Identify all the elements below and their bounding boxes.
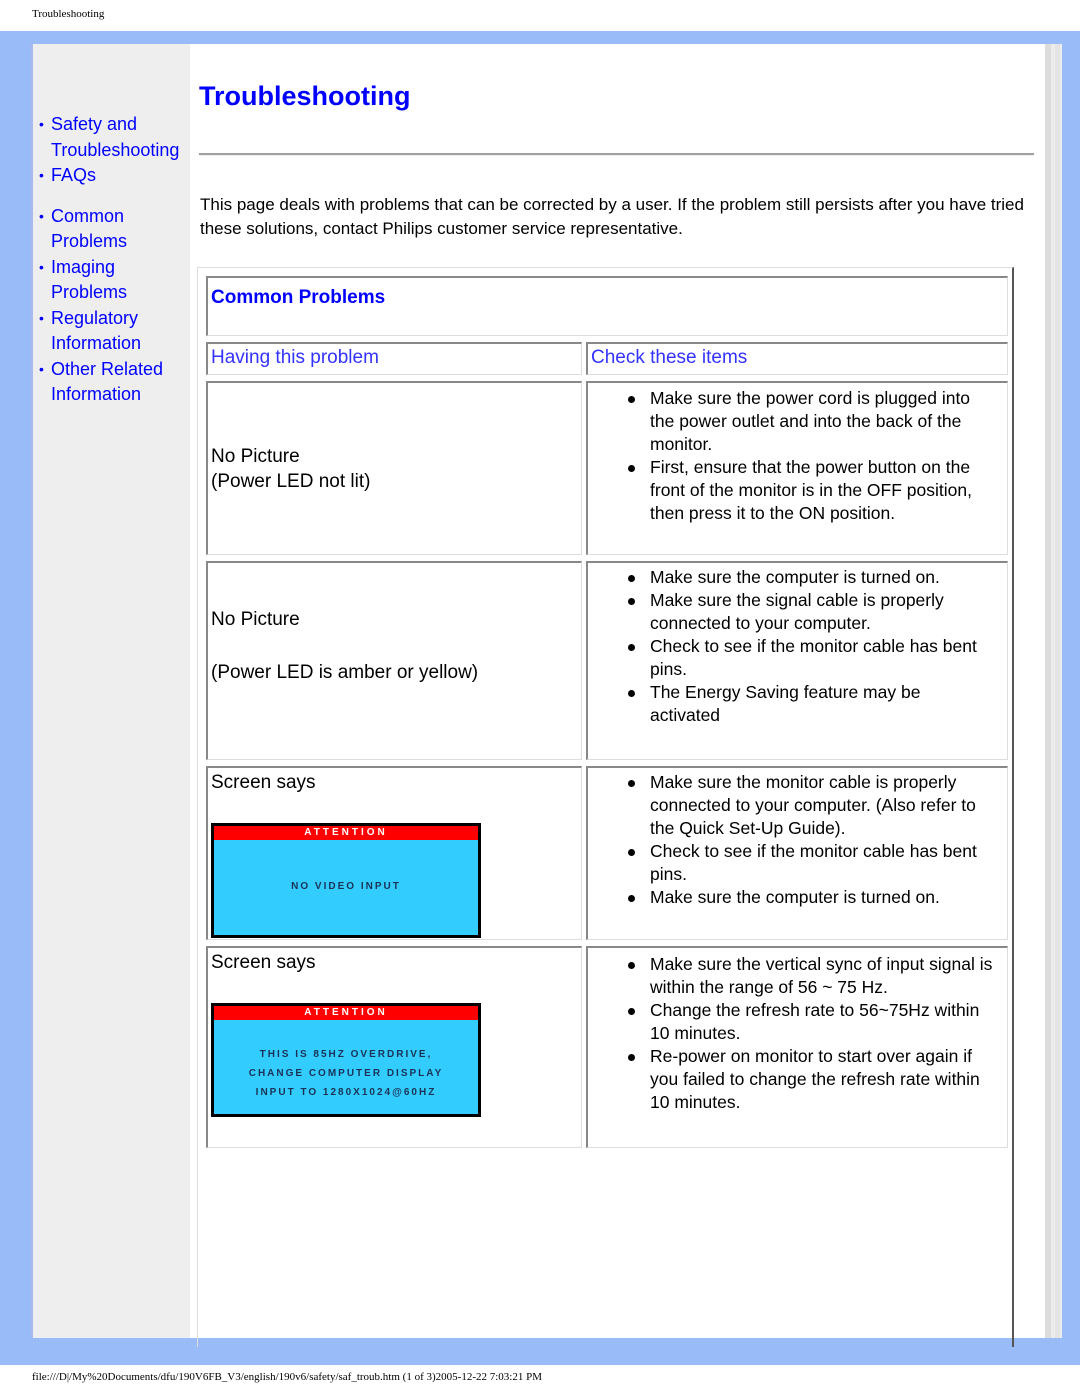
- bullet-icon: [628, 598, 635, 605]
- bullet-icon: •: [39, 167, 44, 183]
- page-title: Troubleshooting: [199, 81, 411, 111]
- print-header: Troubleshooting: [32, 8, 105, 20]
- header-problem: Having this problem: [211, 347, 379, 368]
- osd-screenshot: ATTENTION THIS IS 85HZ OVERDRIVE, CHANGE…: [211, 1003, 481, 1117]
- problem-line: No Picture: [211, 609, 300, 630]
- problem-line: (Power LED is amber or yellow): [211, 662, 479, 683]
- problem-line: (Power LED not lit): [211, 471, 371, 492]
- check-text: The Energy Saving feature may be activat…: [650, 682, 921, 725]
- sidebar-link[interactable]: Imaging Problems: [51, 257, 127, 303]
- check-item: Make sure the power cord is plugged into…: [628, 387, 993, 456]
- osd-attention-bar: ATTENTION: [214, 826, 478, 840]
- header-problem-cell: Having this problem: [206, 342, 582, 375]
- table-row-2-checks: Make sure the computer is turned on. Mak…: [586, 561, 1008, 760]
- sidebar-link[interactable]: Regulatory Information: [51, 308, 141, 354]
- check-text: Make sure the monitor cable is properly …: [650, 772, 976, 838]
- check-item: Make sure the monitor cable is properly …: [628, 771, 993, 840]
- print-footer: file:///D|/My%20Documents/dfu/190V6FB_V3…: [32, 1371, 542, 1383]
- check-text: Make sure the computer is turned on.: [650, 887, 940, 907]
- intro-text: This page deals with problems that can b…: [200, 195, 1024, 238]
- osd-message: INPUT TO 1280X1024@60HZ: [255, 1087, 437, 1098]
- bullet-icon: [628, 396, 635, 403]
- check-list: Make sure the monitor cable is properly …: [628, 771, 993, 909]
- header-checks-cell: Check these items: [586, 342, 1008, 375]
- check-item: Make sure the computer is turned on.: [628, 886, 993, 909]
- sidebar-item-safety[interactable]: • Safety and Troubleshooting: [39, 112, 191, 163]
- osd-message: CHANGE COMPUTER DISPLAY: [248, 1068, 444, 1079]
- section-title: Common Problems: [211, 287, 386, 308]
- sidebar-item-regulatory[interactable]: • Regulatory Information: [39, 306, 191, 357]
- sidebar-item-faqs[interactable]: • FAQs: [39, 163, 191, 189]
- check-list: Make sure the power cord is plugged into…: [628, 387, 993, 525]
- osd-attention-bar: ATTENTION: [214, 1006, 478, 1020]
- scrollbar[interactable]: [1045, 44, 1062, 1338]
- scrollbar-track-edge: [1055, 44, 1060, 1338]
- check-item: Make sure the computer is turned on.: [628, 566, 993, 589]
- check-list: Make sure the computer is turned on. Mak…: [628, 566, 993, 727]
- bullet-icon: •: [39, 258, 44, 275]
- osd-screenshot: ATTENTION NO VIDEO INPUT: [211, 823, 481, 938]
- problem-line: No Picture: [211, 446, 300, 467]
- check-item: First, ensure that the power button on t…: [628, 456, 993, 525]
- bullet-icon: [628, 780, 635, 787]
- header-checks: Check these items: [591, 347, 748, 368]
- check-text: Make sure the computer is turned on.: [650, 567, 940, 587]
- check-item: Re-power on monitor to start over again …: [628, 1045, 993, 1114]
- check-item: Check to see if the monitor cable has be…: [628, 635, 993, 681]
- table-row-4-checks: Make sure the vertical sync of input sig…: [586, 946, 1008, 1148]
- problem-line: Screen says: [211, 772, 316, 793]
- bullet-icon: [628, 962, 635, 969]
- osd-message: NO VIDEO INPUT: [291, 881, 401, 892]
- bullet-icon: •: [39, 207, 44, 224]
- problem-line: Screen says: [211, 952, 316, 973]
- problems-table: Common Problems Having this problem Chec…: [197, 267, 1014, 1347]
- check-text: Change the refresh rate to 56~75Hz withi…: [650, 1000, 980, 1043]
- sidebar-link[interactable]: Common Problems: [51, 206, 127, 252]
- bullet-icon: [628, 465, 635, 472]
- osd-message-block: THIS IS 85HZ OVERDRIVE, CHANGE COMPUTER …: [214, 1020, 478, 1102]
- bullet-icon: [628, 1008, 635, 1015]
- check-text: Check to see if the monitor cable has be…: [650, 636, 977, 679]
- bullet-icon: •: [39, 309, 44, 326]
- bullet-icon: •: [39, 360, 44, 377]
- sidebar-item-other-related[interactable]: • Other Related Information: [39, 357, 191, 408]
- check-item: Make sure the signal cable is properly c…: [628, 589, 993, 635]
- divider: [199, 153, 1034, 156]
- check-text: First, ensure that the power button on t…: [650, 457, 972, 523]
- table-row-2-problem: No Picture (Power LED is amber or yellow…: [206, 561, 582, 760]
- sidebar-link[interactable]: FAQs: [51, 165, 96, 185]
- bullet-icon: •: [39, 116, 44, 132]
- sidebar-item-common-problems[interactable]: • Common Problems: [39, 204, 191, 255]
- check-item: Make sure the vertical sync of input sig…: [628, 953, 993, 999]
- table-row-1-problem: No Picture (Power LED not lit): [206, 381, 582, 555]
- sidebar-link[interactable]: Safety and Troubleshooting: [51, 114, 179, 160]
- sidebar-item-imaging-problems[interactable]: • Imaging Problems: [39, 255, 191, 306]
- table-row-3-problem: Screen says ATTENTION NO VIDEO INPUT: [206, 766, 582, 940]
- osd-message: THIS IS 85HZ OVERDRIVE,: [259, 1049, 433, 1060]
- bullet-icon: [628, 849, 635, 856]
- bullet-icon: [628, 1054, 635, 1061]
- table-row-4-problem: Screen says ATTENTION THIS IS 85HZ OVERD…: [206, 946, 582, 1148]
- sidebar-link[interactable]: Other Related Information: [51, 359, 163, 405]
- bullet-icon: [628, 575, 635, 582]
- section-title-cell: Common Problems: [206, 276, 1008, 336]
- table-row-3-checks: Make sure the monitor cable is properly …: [586, 766, 1008, 940]
- check-text: Make sure the vertical sync of input sig…: [650, 954, 993, 997]
- bullet-icon: [628, 690, 635, 697]
- check-text: Re-power on monitor to start over again …: [650, 1046, 980, 1112]
- check-item: The Energy Saving feature may be activat…: [628, 681, 993, 727]
- check-text: Make sure the signal cable is properly c…: [650, 590, 944, 633]
- check-text: Make sure the power cord is plugged into…: [650, 388, 971, 454]
- check-list: Make sure the vertical sync of input sig…: [628, 953, 993, 1114]
- bullet-icon: [628, 644, 635, 651]
- sidebar-nav: • Safety and Troubleshooting • FAQs • Commo…: [39, 112, 191, 408]
- sidebar: • Safety and Troubleshooting • FAQs • Commo…: [31, 44, 190, 1338]
- bullet-icon: [628, 895, 635, 902]
- scrollbar-track: [1045, 44, 1051, 1338]
- check-text: Check to see if the monitor cable has be…: [650, 841, 977, 884]
- table-row-1-checks: Make sure the power cord is plugged into…: [586, 381, 1008, 555]
- check-item: Change the refresh rate to 56~75Hz withi…: [628, 999, 993, 1045]
- check-item: Check to see if the monitor cable has be…: [628, 840, 993, 886]
